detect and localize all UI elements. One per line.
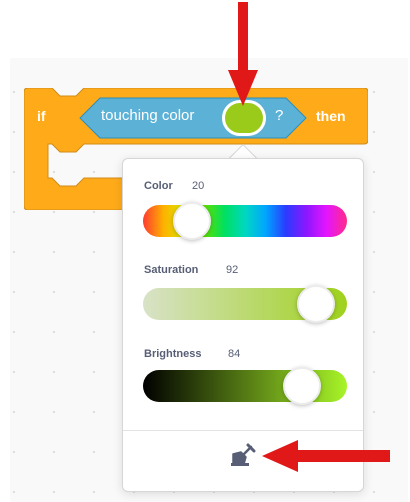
annotation-arrow-down [228, 2, 258, 106]
brightness-value: 84 [228, 348, 241, 360]
color-label: Color [144, 180, 173, 192]
saturation-slider-knob[interactable] [297, 285, 335, 323]
if-label: if [37, 108, 46, 124]
saturation-value: 92 [226, 264, 239, 276]
brightness-label: Brightness [144, 348, 202, 360]
brightness-slider-knob[interactable] [283, 367, 321, 405]
color-value: 20 [192, 180, 205, 192]
eyedropper-icon[interactable] [230, 442, 258, 468]
color-slider-knob[interactable] [173, 202, 211, 240]
picker-divider [123, 430, 363, 431]
then-label: then [316, 108, 346, 124]
touching-color-label: touching color [101, 107, 195, 124]
question-mark: ? [275, 107, 284, 124]
saturation-label: Saturation [144, 264, 199, 276]
annotation-arrow-left [262, 440, 390, 472]
